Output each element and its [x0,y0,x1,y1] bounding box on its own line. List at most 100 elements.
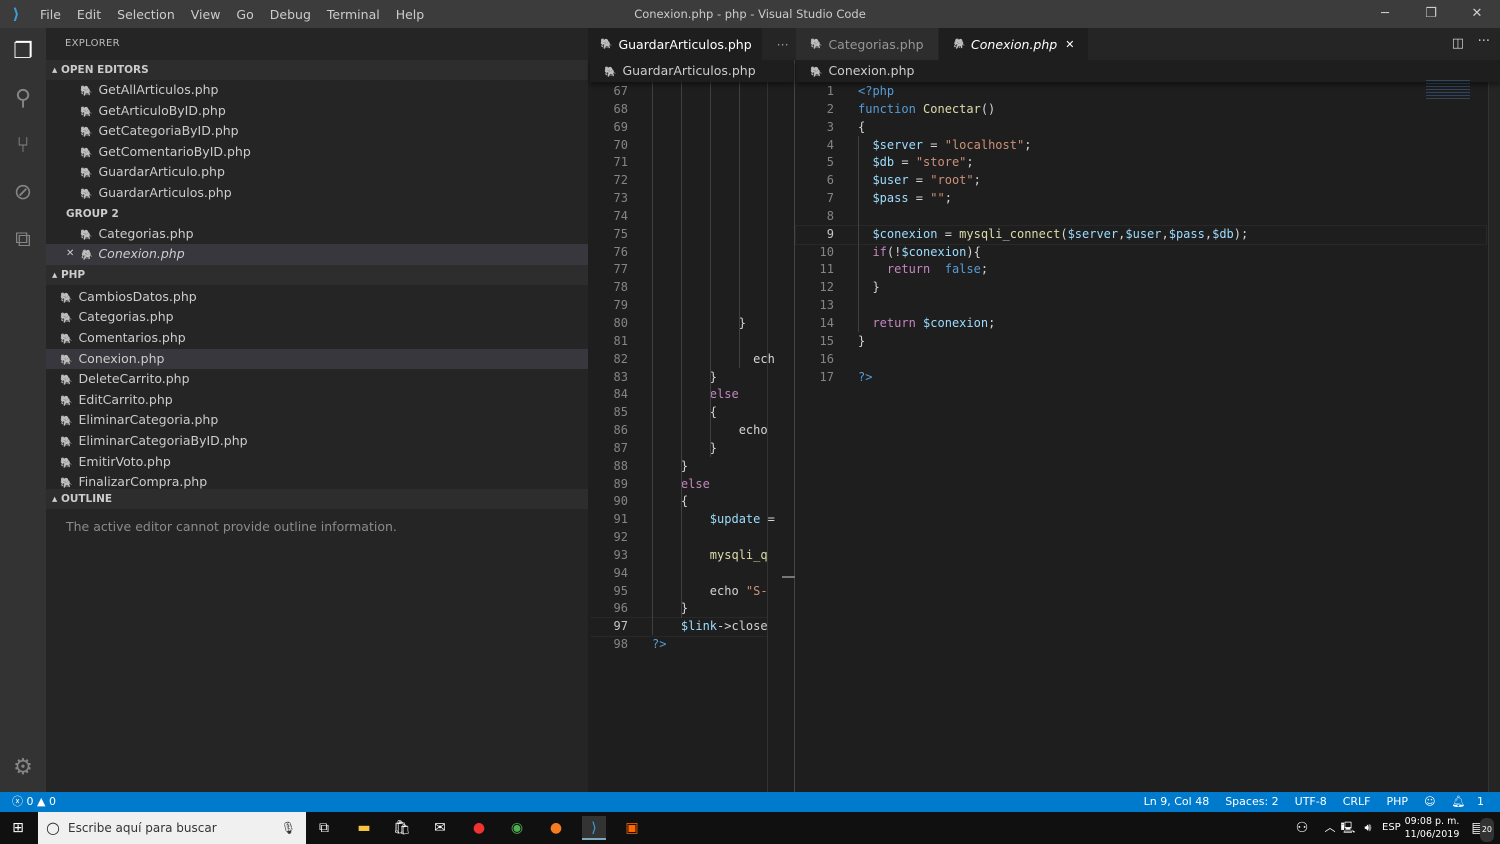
extensions-icon[interactable]: ⧉ [0,216,46,263]
file-item[interactable]: 🐘 Conexion.php [46,348,588,370]
clock[interactable]: 09:08 p. m. 11/06/2019 [1404,815,1460,841]
menu-debug[interactable]: Debug [262,7,319,22]
debug-icon[interactable]: ⊘ [0,169,46,216]
php-file-icon: 🐘 [80,229,93,241]
line-number: 84 [613,387,628,402]
tab-conexion[interactable]: 🐘 Conexion.php ✕ [938,28,1090,60]
split-editor-icon[interactable]: ◫ [1452,36,1464,51]
xampp-icon[interactable]: ▣ [620,816,644,840]
file-item[interactable]: 🐘 GetComentarioByID.php [46,142,588,163]
tab-guardararticulos[interactable]: 🐘 GuardarArticulos.php [590,28,763,60]
code-line: 12 } [796,279,1486,297]
notification-count: 1 [1477,795,1484,808]
breadcrumb[interactable]: 🐘 GuardarArticulos.php [590,60,794,82]
people-icon[interactable]: ⚇ [1290,816,1314,840]
line-number: 88 [613,458,628,473]
language-mode[interactable]: PHP [1379,792,1417,812]
problems-indicator[interactable]: ⓧ 0 ▲ 0 [0,795,56,808]
file-item[interactable]: 🐘 DeleteCarrito.php [46,369,588,390]
vertical-scrollbar[interactable] [1488,82,1500,792]
taskbar-search[interactable]: ○ Escribe aquí para buscar 🎙︎ [38,812,306,844]
app-icon[interactable]: ● [467,816,491,840]
file-item[interactable]: 🐘 GetArticuloByID.php [46,101,588,122]
file-item[interactable]: 🐘 Categorias.php [46,224,588,245]
php-file-icon: 🐘 [80,86,93,97]
code-text: } [652,440,717,458]
menu-file[interactable]: File [32,7,69,22]
notifications-bell[interactable]: 🔔︎ 1 [1444,792,1500,812]
language-indicator[interactable]: ESP [1382,822,1401,833]
indentation[interactable]: Spaces: 2 [1217,792,1286,812]
close-icon[interactable]: ✕ [66,244,74,265]
tab-categorias[interactable]: 🐘 Categorias.php [796,28,939,60]
file-item[interactable]: ✕ 🐘 Conexion.php [46,244,588,265]
mail-icon[interactable]: ✉ [428,816,452,840]
code-token: = [908,173,931,188]
php-file-icon: 🐘 [80,188,93,200]
file-item[interactable]: 🐘 Comentarios.php [46,328,588,349]
code-token: $conexion [872,226,938,241]
code-token: } [652,458,689,473]
file-item[interactable]: 🐘 GuardarArticulo.php [46,162,588,183]
line-number: 3 [826,119,834,134]
explorer-icon[interactable]: ❐ [0,28,46,75]
close-window-button[interactable]: ✕ [1454,0,1500,28]
time: 09:08 p. m. [1404,816,1460,827]
source-control-icon[interactable]: ⑂ [0,122,46,169]
outline-section[interactable]: ▴ OUTLINE [46,488,588,509]
file-item[interactable]: 🐘 GetAllArticulos.php [46,80,588,101]
code-line: 14 return $conexion; [796,315,1486,333]
menu-help[interactable]: Help [388,7,433,22]
file-item[interactable]: 🐘 EliminarCategoria.php [46,410,588,431]
restore-button[interactable]: ❐ [1408,0,1454,28]
file-item[interactable]: 🐘 EmitirVoto.php [46,452,588,473]
file-item[interactable]: 🐘 GuardarArticulos.php [46,183,588,204]
line-number: 71 [613,155,628,170]
code-line: 10 if(!$conexion){ [796,244,1486,262]
file-item[interactable]: 🐘 EditCarrito.php [46,390,588,411]
line-ending[interactable]: CRLF [1335,792,1379,812]
code-line: 80 } [590,315,767,333]
code-text: $db = "store"; [858,154,973,172]
firefox-icon[interactable]: ● [544,816,568,840]
code-line: 90 { [590,493,767,511]
task-view-icon[interactable]: ⧉ [312,816,336,840]
file-item[interactable]: 🐘 EliminarCategoriaByID.php [46,431,588,452]
line-number: 2 [826,101,834,116]
more-actions-button[interactable]: ··· [1478,34,1490,49]
file-item[interactable]: 🐘 GetCategoriaByID.php [46,121,588,142]
code-editor[interactable]: 1 <?php 2 function Conectar() 3{4 $server = … [795,82,1500,386]
breadcrumb[interactable]: 🐘 Conexion.php [796,60,1500,82]
menu-view[interactable]: View [183,7,229,22]
feedback-smiley-icon[interactable]: ☺ [1416,792,1443,812]
menu-selection[interactable]: Selection [109,7,183,22]
file-item[interactable]: 🐘 CambiosDatos.php [46,287,588,308]
gear-icon[interactable]: ⚙ [0,744,46,791]
windows-start-icon[interactable]: ⊞ [6,816,30,840]
scrollbar-thumb[interactable] [782,576,795,578]
code-line: 75 [590,226,767,244]
vscode-taskbar-icon[interactable]: ⟩ [582,816,606,840]
file-explorer-icon[interactable]: ▬ [352,816,376,840]
search-icon[interactable]: ⚲ [0,75,46,122]
file-item[interactable]: 🐘 Categorias.php [46,307,588,328]
menu-edit[interactable]: Edit [69,7,109,22]
action-center-icon[interactable]: ▤ 20 [1466,816,1494,842]
close-tab-icon[interactable]: ✕ [1065,38,1074,51]
minimap[interactable] [1426,80,1470,100]
microphone-icon[interactable]: 🎙︎ [281,812,296,844]
cursor-position[interactable]: Ln 9, Col 48 [1136,792,1218,812]
minimize-button[interactable]: ─ [1362,0,1408,28]
open-editors-section[interactable]: ▴ OPEN EDITORS [46,60,588,80]
code-text: ?> [652,636,666,654]
encoding[interactable]: UTF-8 [1287,792,1335,812]
menu-go[interactable]: Go [228,7,261,22]
file-item[interactable]: 🐘 FinalizarCompra.php [46,472,588,489]
menu-terminal[interactable]: Terminal [319,7,388,22]
code-editor[interactable]: 67 68 69 70 71 72 73 74 75 76 77 78 79 80 } 81 82 ech 83… [590,82,794,792]
chrome-icon[interactable]: ◉ [505,816,529,840]
volume-icon[interactable]: 🔊︎ [1356,816,1380,840]
code-token: { [652,494,689,509]
store-icon[interactable]: 🛍︎ [390,816,414,840]
php-folder-section[interactable]: ▴ PHP [46,264,588,285]
